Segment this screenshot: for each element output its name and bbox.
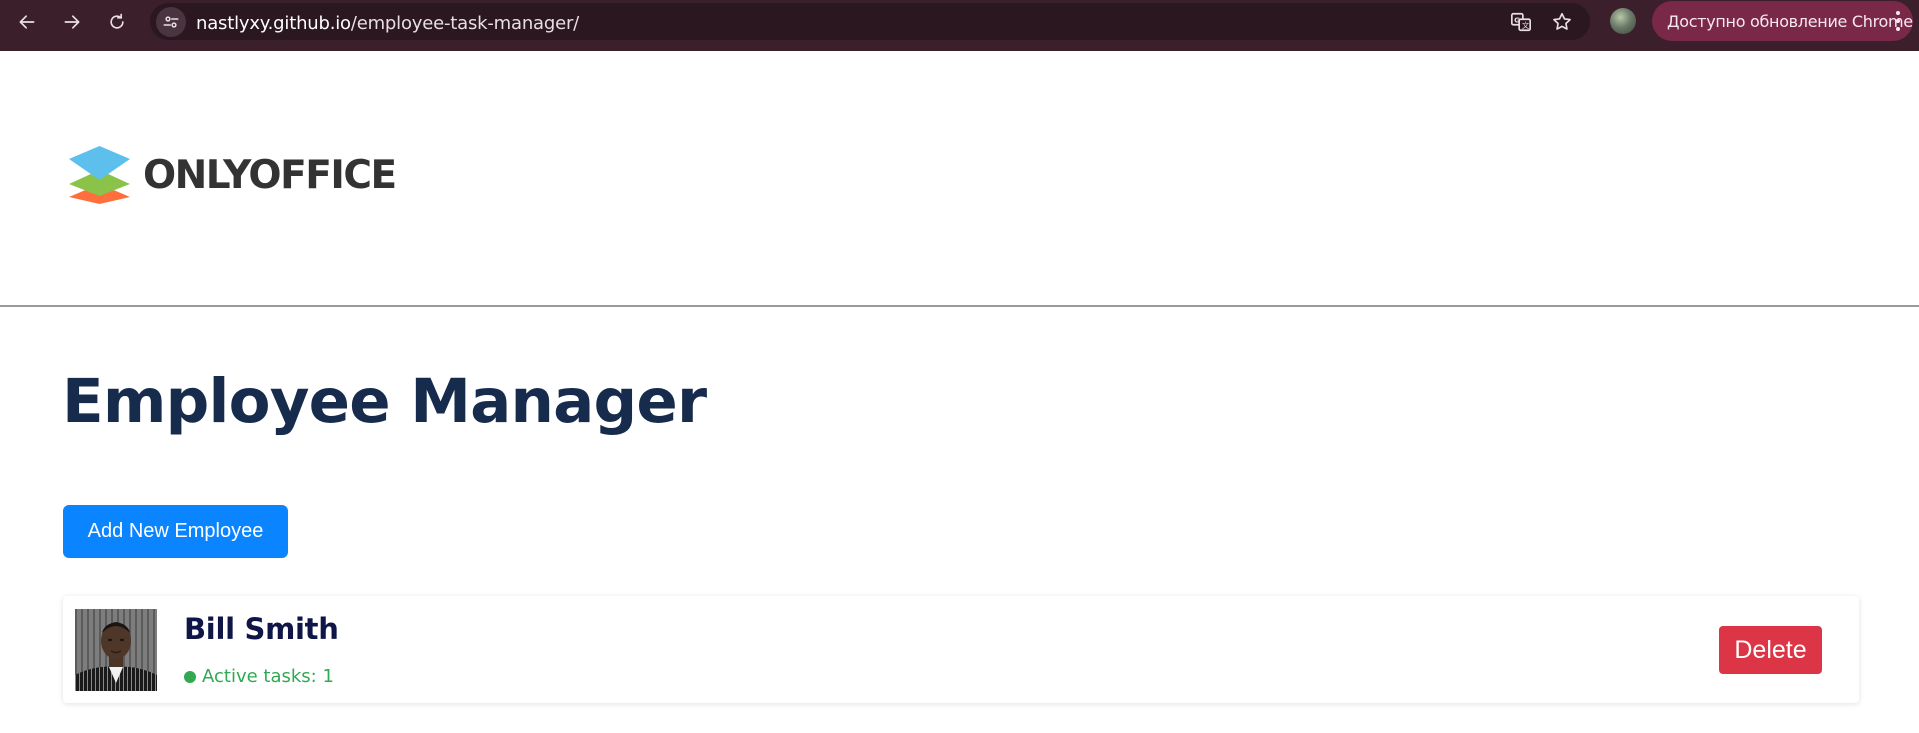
bookmark-star-icon[interactable] <box>1551 11 1573 33</box>
page-title: Employee Manager <box>62 366 707 437</box>
header-divider <box>0 305 1919 307</box>
site-info-icon[interactable] <box>156 7 186 37</box>
profile-avatar[interactable] <box>1610 8 1636 34</box>
chrome-update-label: Доступно обновление Chrome <box>1667 12 1913 31</box>
chrome-update-button[interactable]: Доступно обновление Chrome <box>1652 1 1913 41</box>
employee-name: Bill Smith <box>184 612 339 646</box>
back-arrow-icon[interactable] <box>9 4 45 40</box>
employee-card: Bill Smith Active tasks: 1 Delete <box>63 596 1859 703</box>
employee-status: Active tasks: 1 <box>184 666 334 687</box>
onlyoffice-logo-icon <box>69 146 130 204</box>
url-path: /employee-task-manager/ <box>350 13 580 34</box>
url-host: nastlyxy.github.io <box>196 13 351 34</box>
forward-arrow-icon[interactable] <box>54 4 90 40</box>
url-text[interactable]: nastlyxy.github.io/employee-task-manager… <box>196 13 579 34</box>
add-employee-button[interactable]: Add New Employee <box>63 505 288 558</box>
translate-icon[interactable]: G 文 <box>1510 11 1532 33</box>
svg-text:文: 文 <box>1522 21 1530 30</box>
employee-avatar <box>75 609 157 691</box>
reload-icon[interactable] <box>99 4 135 40</box>
svg-text:G: G <box>1514 15 1520 24</box>
delete-employee-button[interactable]: Delete <box>1719 626 1822 674</box>
onlyoffice-logo[interactable]: ONLYOFFICE <box>68 146 397 204</box>
status-dot-icon <box>184 670 196 683</box>
more-menu-icon[interactable] <box>1895 11 1901 31</box>
logo-text: ONLYOFFICE <box>143 152 397 198</box>
browser-toolbar: nastlyxy.github.io/employee-task-manager… <box>0 0 1919 51</box>
active-tasks-text: Active tasks: 1 <box>202 666 334 687</box>
address-bar[interactable]: nastlyxy.github.io/employee-task-manager… <box>150 3 1590 40</box>
